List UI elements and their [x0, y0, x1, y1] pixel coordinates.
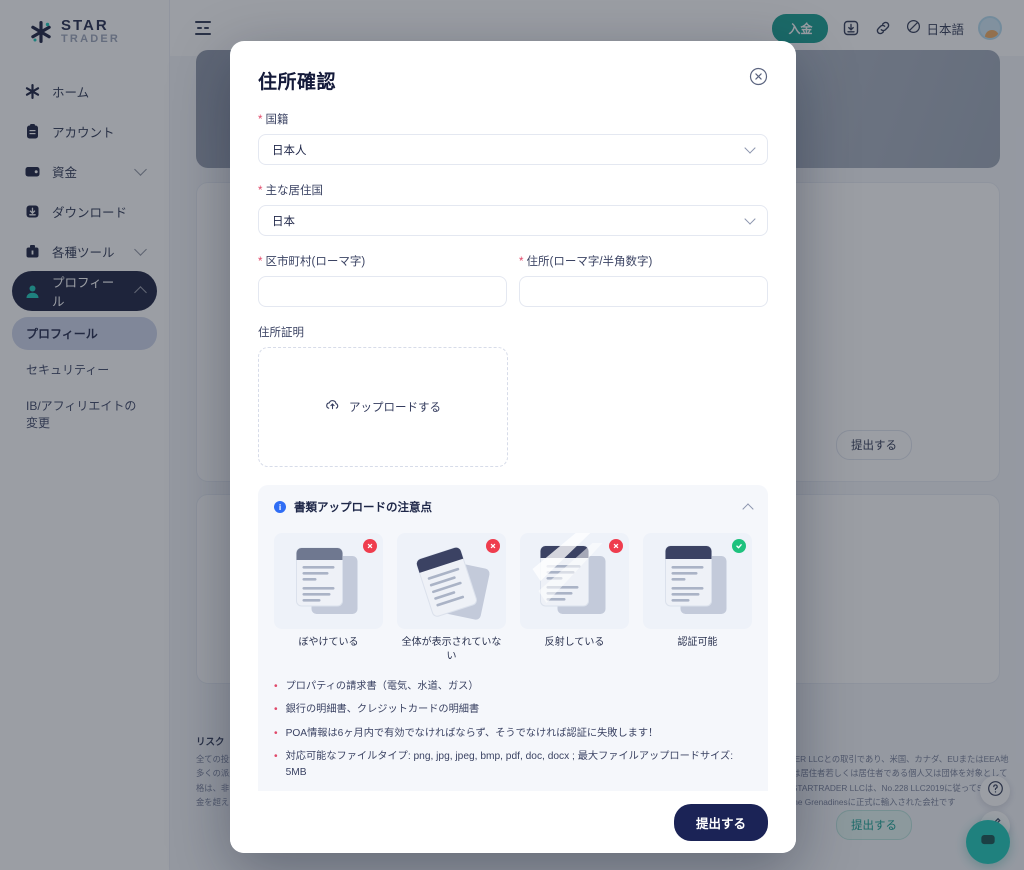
- list-item: • 対応可能なファイルタイプ: png, jpg, jpeg, bmp, pdf…: [274, 749, 752, 782]
- chevron-down-icon: [744, 213, 756, 225]
- nationality-label: * 国籍: [258, 111, 768, 127]
- residence-field: * 主な居住国 日本: [258, 182, 768, 236]
- bullet-dot-icon: •: [274, 681, 278, 692]
- guidelines-bullets: • プロパティの請求書（電気、水道、ガス） • 銀行の明細書、クレジットカードの…: [274, 679, 752, 782]
- sample-caption: ぼやけている: [298, 637, 359, 648]
- modal-header: 住所確認: [258, 67, 768, 94]
- sample-documents: ぼやけている 全体が表示されていない 反射している 認証可能: [274, 533, 752, 663]
- street-field: * 住所(ローマ字/半角数字): [519, 253, 768, 307]
- bullet-dot-icon: •: [274, 727, 278, 739]
- address-verification-modal: 住所確認 * 国籍 日本人 * 主な居住国 日本 * 区市町村(ローマ字) * …: [230, 41, 796, 853]
- bullet-dot-icon: •: [274, 750, 278, 762]
- required-marker: *: [519, 256, 524, 268]
- upload-icon: [325, 398, 340, 416]
- required-marker: *: [258, 256, 263, 268]
- modal-body: 住所確認 * 国籍 日本人 * 主な居住国 日本 * 区市町村(ローマ字) * …: [230, 41, 796, 853]
- upload-button-label: アップロードする: [349, 402, 441, 414]
- residence-value: 日本: [272, 215, 295, 228]
- sample-cropped: 全体が表示されていない: [397, 533, 506, 663]
- sample-thumb: [643, 533, 752, 629]
- required-marker: *: [258, 114, 263, 126]
- status-badge-good: [732, 539, 746, 553]
- list-item: • 銀行の明細書、クレジットカードの明細書: [274, 702, 752, 718]
- sample-caption: 反射している: [544, 637, 605, 648]
- close-circle-icon[interactable]: [749, 67, 768, 86]
- modal-title: 住所確認: [258, 72, 337, 93]
- required-marker: *: [258, 185, 263, 197]
- list-item: • プロパティの請求書（電気、水道、ガス）: [274, 679, 752, 695]
- guidelines-title: 書類アップロードの注意点: [294, 502, 432, 514]
- status-badge-bad: [486, 539, 500, 553]
- residence-select[interactable]: 日本: [258, 205, 768, 236]
- nationality-label-text: 国籍: [265, 114, 289, 126]
- bullet-text: POA情報は6ヶ月内で有効でなければならず、そうでなければ認証に失敗します！: [285, 727, 659, 739]
- nationality-select[interactable]: 日本人: [258, 134, 768, 165]
- city-label: * 区市町村(ローマ字): [258, 253, 507, 269]
- upload-guidelines-panel: i 書類アップロードの注意点 ぼやけている 全体が表示されていない 反射している…: [258, 485, 768, 805]
- status-badge-bad: [609, 539, 623, 553]
- sample-valid: 認証可能: [643, 533, 752, 663]
- sample-caption: 認証可能: [677, 637, 718, 648]
- street-input[interactable]: [519, 276, 768, 307]
- bullet-text: プロパティの請求書（電気、水道、ガス）: [285, 681, 479, 692]
- sample-thumb: [397, 533, 506, 629]
- list-item: • POA情報は6ヶ月内で有効でなければならず、そうでなければ認証に失敗します！: [274, 726, 752, 742]
- residence-label-text: 主な居住国: [265, 185, 323, 197]
- sample-glare: 反射している: [520, 533, 629, 663]
- city-input[interactable]: [258, 276, 507, 307]
- nationality-field: * 国籍 日本人: [258, 111, 768, 165]
- sample-blurry: ぼやけている: [274, 533, 383, 663]
- bullet-dot-icon: •: [274, 704, 278, 716]
- info-icon: i: [274, 501, 286, 513]
- address-row: * 区市町村(ローマ字) * 住所(ローマ字/半角数字): [258, 253, 768, 307]
- app-root: STAR TRADER ホーム アカウント 資金 ダウンロード 各種ツール プロ…: [0, 0, 1024, 870]
- city-field: * 区市町村(ローマ字): [258, 253, 507, 307]
- sample-thumb: [274, 533, 383, 629]
- chevron-up-icon[interactable]: [742, 502, 754, 515]
- guidelines-header[interactable]: i 書類アップロードの注意点: [274, 499, 754, 515]
- sample-thumb: [520, 533, 629, 629]
- submit-button[interactable]: 提出する: [673, 803, 768, 841]
- status-badge-bad: [363, 539, 377, 553]
- street-label: * 住所(ローマ字/半角数字): [519, 253, 768, 269]
- bullet-text: 銀行の明細書、クレジットカードの明細書: [285, 704, 480, 716]
- residence-label: * 主な居住国: [258, 182, 768, 198]
- city-label-text: 区市町村(ローマ字): [265, 256, 366, 268]
- bullet-text: 対応可能なファイルタイプ: png, jpg, jpeg, bmp, pdf, …: [285, 750, 734, 779]
- chevron-down-icon: [744, 142, 756, 154]
- street-label-text: 住所(ローマ字/半角数字): [526, 256, 653, 268]
- sample-caption: 全体が表示されていない: [401, 637, 502, 662]
- upload-dropzone[interactable]: アップロードする: [258, 347, 508, 467]
- modal-footer: 提出する: [230, 791, 796, 853]
- proof-of-address-label: 住所証明: [258, 327, 304, 339]
- nationality-value: 日本人: [272, 144, 307, 157]
